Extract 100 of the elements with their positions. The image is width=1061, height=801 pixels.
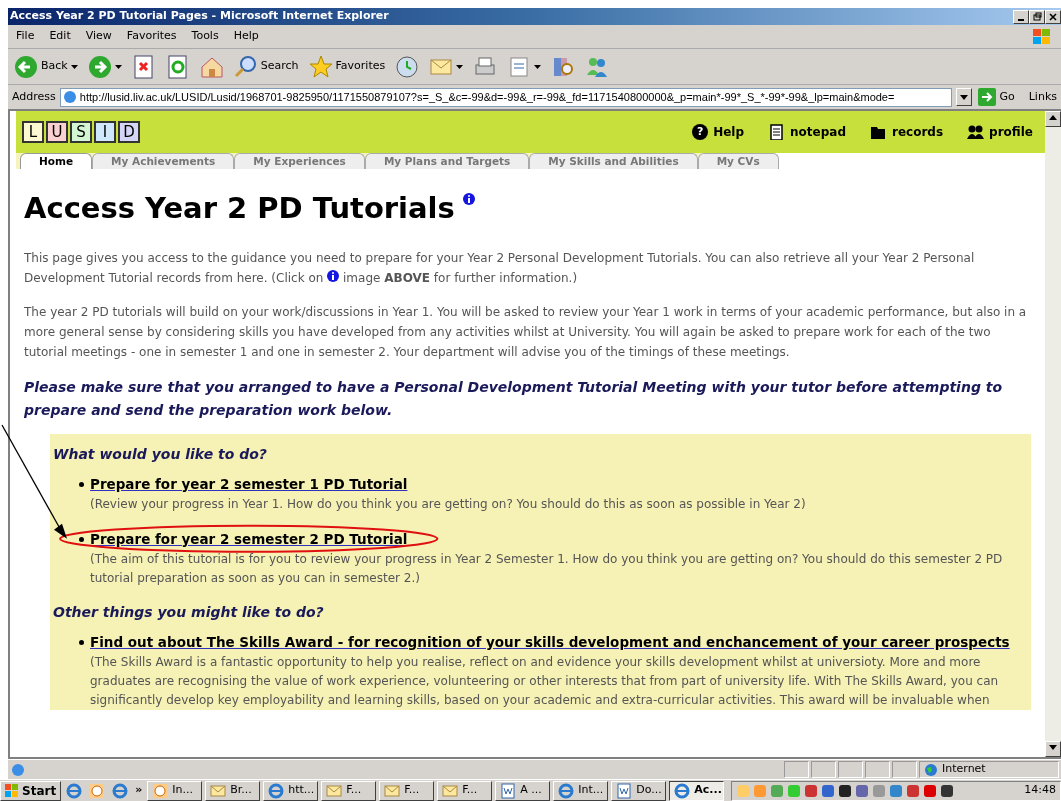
stop-icon — [131, 54, 156, 79]
logo-letter: S — [70, 121, 92, 143]
close-icon — [1049, 12, 1057, 21]
more-button[interactable]: » — [133, 782, 145, 799]
globe-icon — [924, 762, 938, 777]
taskbar-button[interactable]: htt... — [263, 780, 319, 801]
taskbar-button[interactable]: F... — [437, 780, 493, 801]
up-arrow-icon[interactable] — [1049, 115, 1057, 120]
tray-icon — [889, 783, 904, 798]
document-icon — [616, 782, 633, 799]
menu-item[interactable]: View — [85, 28, 112, 45]
caret-icon — [114, 64, 122, 69]
taskbar-button[interactable]: F... — [379, 780, 435, 801]
restore-button[interactable] — [1029, 9, 1045, 24]
description: (The Skills Award is a fantastic opportunity to help you realise, reflect on and evidence your skills development whilst at universioty. More and more graduates are recognising the value of work experience, volunteering or other interests that from part of university life. With The Skills Award, you can significantly develop key employability and learning skills, based on your academic and extra-curricular activities. This award will be invaluable when — [90, 653, 1000, 709]
page-icon — [62, 90, 77, 104]
taskbar-button[interactable]: A ... — [495, 780, 551, 801]
status-pane — [838, 761, 863, 778]
browser-icon — [558, 782, 575, 799]
menu-item[interactable]: Tools — [191, 28, 219, 45]
logo-letter: D — [118, 121, 140, 143]
envelope-icon — [210, 782, 227, 799]
links-label[interactable]: Links — [1020, 88, 1057, 106]
taskbar-button[interactable]: F... — [321, 780, 377, 801]
tray-icon — [838, 783, 853, 798]
people-icon — [967, 124, 985, 140]
page-icon — [10, 761, 26, 778]
intro-paragraph: This page gives you access to the guidance you need to prepare for your Year 2 Personal Development Tutorials. You can also retrieve all your Year 2 Personal Development Tutorial records from here. (Click on image ABOVE for further information.) — [24, 249, 976, 287]
minimize-icon — [1018, 18, 1024, 21]
paragraph: The year 2 PD tutorials will build on your work/discussions in Year 1. You will be asked to review your Year 1 work in terms of your academic performance, but also in a more general sense by considering skills you have developed from any activities whilst at University. You will again be asked to prepare work for each of the two tutorial meetings - one in semester 1 and one in semester 2. Your department will advise you of the timings of these meetings. — [24, 303, 1028, 361]
link[interactable]: Prepare for year 2 semester 1 PD Tutorial — [90, 475, 408, 492]
tray-icon — [940, 783, 955, 798]
link[interactable]: Find out about The Skills Award - for recognition of your skills development and enchancement of your career prospects — [90, 633, 1010, 650]
tab[interactable]: My Plans and Targets — [364, 153, 530, 169]
caret-icon — [534, 64, 542, 69]
bullet-icon — [79, 639, 84, 645]
address-field[interactable]: http://lusid.liv.ac.uk/LUSID/Lusid/1968701-9825950/1171550879107?s=_S_&c=-99&d=-99&_r=-99&_fd=1171540800000&_p=main*-99*_S_*-99*-99&_lp=main&mode= — [59, 87, 953, 107]
notepad-link[interactable]: notepad — [768, 123, 846, 141]
clock-icon — [152, 782, 169, 799]
menu-item[interactable]: File — [16, 28, 35, 45]
logo-letter: I — [94, 121, 116, 143]
back-button[interactable]: Back — [12, 54, 80, 79]
tab[interactable]: My Skills and Abilities — [529, 153, 698, 169]
tray-icon — [753, 783, 768, 798]
section-heading: Other things you might like to do? — [53, 602, 325, 622]
notice-text: Please make sure that you arranged to have a Personal Development Tutorial Meeting with your tutor before attempting to prepare and send the preparation work below. — [24, 377, 1004, 420]
taskbar-button[interactable]: Do... — [611, 780, 667, 801]
bullet-icon — [79, 481, 84, 487]
dropdown-button[interactable] — [956, 88, 973, 106]
tab[interactable]: My CVs — [697, 153, 779, 169]
browser-icon — [66, 782, 83, 799]
close-button[interactable] — [1045, 9, 1061, 24]
description: (The aim of this tutorial is for you to review your progress in Year 2 Semester 1. How do you think you are getting on? You should do this semester 2 PD tutorial preparation as soon as you can in semester 2.) — [90, 550, 1004, 587]
link[interactable]: Prepare for year 2 semester 2 PD Tutorial — [90, 530, 408, 547]
status-pane — [811, 761, 836, 778]
menu-item[interactable]: Help — [233, 28, 259, 45]
minimize-button[interactable] — [1013, 9, 1029, 24]
vertical-scrollbar[interactable] — [1045, 111, 1061, 757]
tray-icon — [872, 783, 887, 798]
tray-icon — [923, 783, 938, 798]
taskbar-button[interactable]: Ac... — [669, 780, 725, 801]
tray-icon — [736, 783, 751, 798]
menu-item[interactable]: Favorites — [126, 28, 177, 45]
menu-item[interactable]: Edit — [49, 28, 71, 45]
tray-icon — [906, 783, 921, 798]
caret-icon — [960, 94, 969, 100]
tray-icon — [821, 783, 836, 798]
tab[interactable]: My Achievements — [92, 153, 235, 169]
tray-icon — [855, 783, 870, 798]
start-button[interactable]: Start — [0, 780, 62, 801]
logo-letter: U — [46, 121, 68, 143]
taskbar-button[interactable]: Int... — [553, 780, 609, 801]
browser-icon — [268, 782, 285, 799]
help-link[interactable]: ? Help — [692, 123, 745, 141]
help-icon: ? — [692, 124, 709, 140]
profile-link[interactable]: profile — [967, 123, 1033, 141]
status-pane — [892, 761, 917, 778]
status-pane — [865, 761, 890, 778]
search-button[interactable]: Search — [231, 54, 301, 79]
windows-flag-icon — [1031, 26, 1053, 47]
clock-time: 14:48 — [1024, 782, 1056, 799]
zone-label: Internet — [942, 761, 986, 778]
address-label: Address — [12, 88, 56, 105]
taskbar-button[interactable]: Br... — [205, 780, 261, 801]
down-arrow-icon[interactable] — [1049, 745, 1057, 750]
section-heading: What would you like to do? — [53, 444, 268, 464]
info-icon — [327, 269, 340, 282]
page-heading: Access Year 2 PD Tutorials — [24, 191, 455, 226]
favorites-button[interactable]: Favorites — [306, 54, 388, 79]
browser-icon — [112, 782, 129, 799]
tab[interactable]: Home — [20, 153, 93, 169]
tab[interactable]: My Experiences — [234, 153, 365, 169]
taskbar-button[interactable]: In... — [147, 780, 203, 801]
go-button[interactable]: Go — [976, 88, 1017, 106]
envelope-icon — [384, 782, 401, 799]
folder-icon — [870, 124, 887, 140]
records-link[interactable]: records — [870, 123, 944, 141]
envelope-icon — [326, 782, 343, 799]
tray-icon — [804, 783, 819, 798]
tray-icon — [770, 783, 785, 798]
